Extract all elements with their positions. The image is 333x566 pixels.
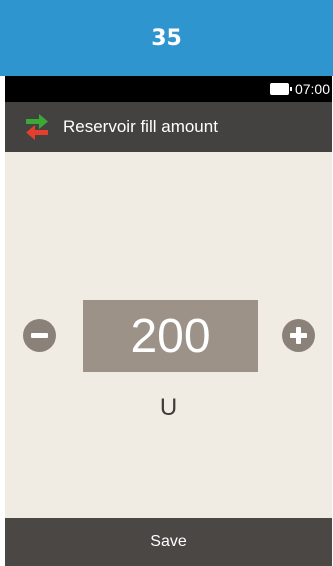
swap-arrows-icon [26,114,48,140]
decrease-button[interactable] [23,319,56,352]
fill-amount-value: 200 [83,300,258,372]
step-number: 35 [151,25,182,51]
save-label: Save [150,533,187,550]
minus-circle-icon [31,333,48,338]
title-bar: Reservoir fill amount [5,102,332,152]
pump-screen: 07:00 Reservoir fill amount 200 U Save [5,76,332,566]
status-time: 07:00 [294,81,330,97]
save-button[interactable]: Save [5,518,332,566]
battery-icon [269,83,292,95]
increase-button[interactable] [282,319,315,352]
step-banner: 35 [0,0,333,76]
screen-title: Reservoir fill amount [63,117,218,136]
status-bar: 07:00 [5,76,332,102]
fill-amount-number: 200 [130,309,211,363]
unit-label: U [159,394,178,421]
